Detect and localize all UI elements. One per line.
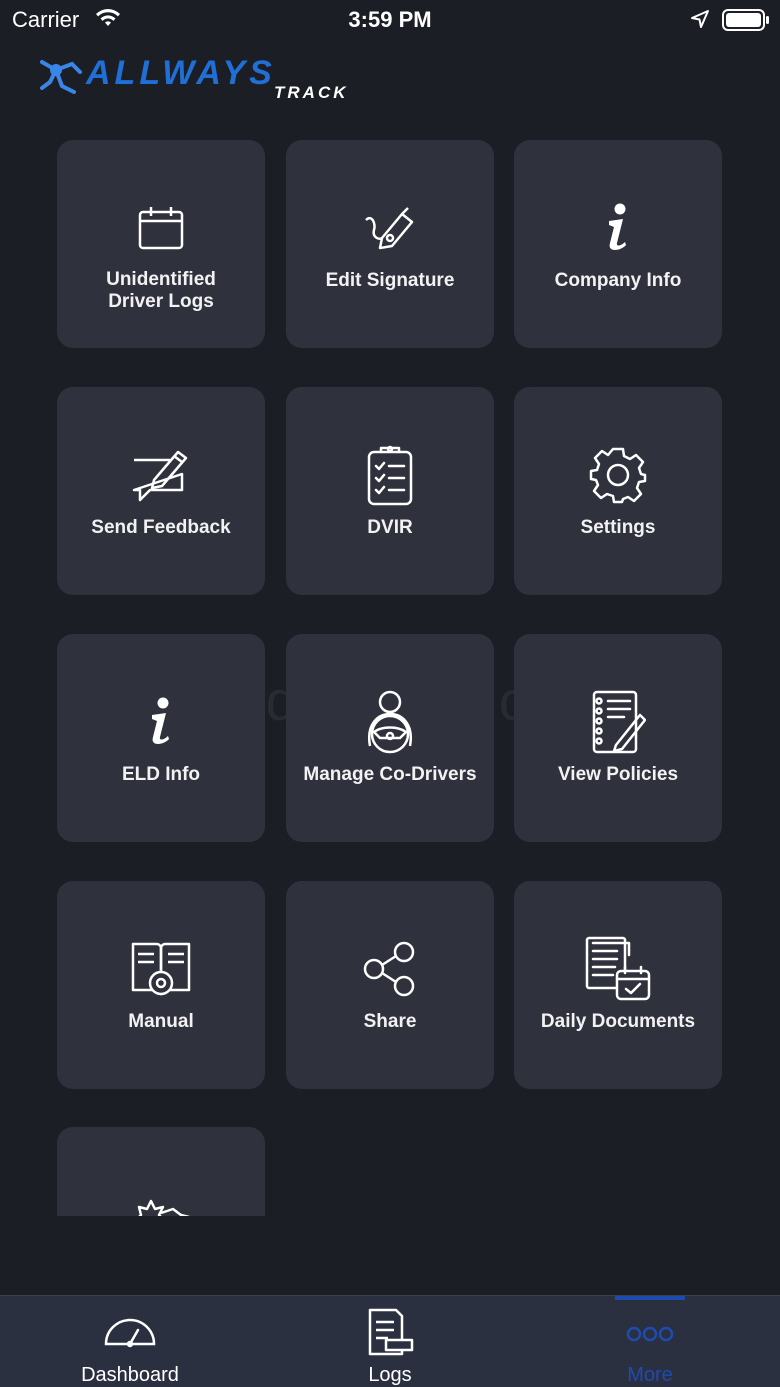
- info-icon: [57, 694, 265, 750]
- documents-calendar-icon: [514, 936, 722, 1001]
- tile-eld-info[interactable]: ELD Info: [57, 634, 265, 842]
- tile-company-info[interactable]: Company Info: [514, 140, 722, 348]
- tile-label: Company Info: [554, 270, 682, 291]
- info-icon: [514, 200, 722, 256]
- pen-nib-icon: [286, 200, 494, 256]
- status-bar: Carrier 3:59 PM: [0, 0, 780, 40]
- speedometer-icon: [0, 1306, 260, 1354]
- tile-send-feedback[interactable]: Send Feedback: [57, 387, 265, 595]
- battery-icon: [722, 9, 770, 37]
- tile-label: Daily Documents: [540, 1011, 696, 1032]
- tile-view-policies[interactable]: View Policies: [514, 634, 722, 842]
- tile-label: Manage Co-Drivers: [303, 764, 477, 785]
- tile-label: Settings: [580, 517, 656, 538]
- location-arrow-icon: [690, 9, 710, 35]
- tile-accident[interactable]: [57, 1127, 265, 1216]
- accident-icon: [57, 1185, 265, 1216]
- clipboard-checklist-icon: [286, 445, 494, 506]
- driver-wheel-icon: [286, 690, 494, 754]
- logo-text-main: ALLWAYS: [85, 54, 276, 92]
- tile-dvir[interactable]: DVIR: [286, 387, 494, 595]
- tile-edit-signature[interactable]: Edit Signature: [286, 140, 494, 348]
- tile-label: Edit Signature: [325, 270, 455, 291]
- tile-share[interactable]: Share: [286, 881, 494, 1089]
- allways-track-logo: ALLWAYS TRACK: [36, 52, 381, 107]
- tile-label: Manual: [128, 1011, 194, 1032]
- tile-manual[interactable]: Manual: [57, 881, 265, 1089]
- tab-label: Logs: [368, 1364, 412, 1386]
- gear-icon: [514, 447, 722, 504]
- logo-text-sub: TRACK: [274, 83, 349, 102]
- tab-more[interactable]: More: [520, 1296, 780, 1387]
- logs-icon: [260, 1308, 520, 1356]
- feedback-edit-icon: [57, 447, 265, 503]
- active-tab-indicator: [615, 1296, 685, 1300]
- tab-label: More: [627, 1364, 673, 1386]
- tile-manage-co-drivers[interactable]: Manage Co-Drivers: [286, 634, 494, 842]
- tile-label: Unidentified Driver Logs: [106, 269, 216, 312]
- tab-logs[interactable]: Logs: [260, 1296, 520, 1387]
- status-time: 3:59 PM: [348, 7, 432, 32]
- notebook-pen-icon: [514, 690, 722, 754]
- share-icon: [286, 941, 494, 997]
- tab-bar: Dashboard Logs More: [0, 1295, 780, 1387]
- tile-label: DVIR: [367, 517, 413, 538]
- tile-label: Send Feedback: [91, 517, 231, 538]
- tile-unidentified-driver-logs[interactable]: Unidentified Driver Logs: [57, 140, 265, 348]
- tab-label: Dashboard: [81, 1364, 179, 1386]
- calendar-icon: [57, 200, 265, 256]
- tile-label: ELD Info: [121, 764, 201, 785]
- menu-grid: Unidentified Driver Logs Edit Signature C…: [57, 140, 723, 1216]
- tile-label: View Policies: [557, 764, 679, 785]
- tile-label: Share: [363, 1011, 417, 1032]
- tab-dashboard[interactable]: Dashboard: [0, 1296, 260, 1387]
- book-gear-icon: [57, 941, 265, 997]
- more-dots-icon: [520, 1322, 780, 1346]
- tile-settings[interactable]: Settings: [514, 387, 722, 595]
- tile-daily-documents[interactable]: Daily Documents: [514, 881, 722, 1089]
